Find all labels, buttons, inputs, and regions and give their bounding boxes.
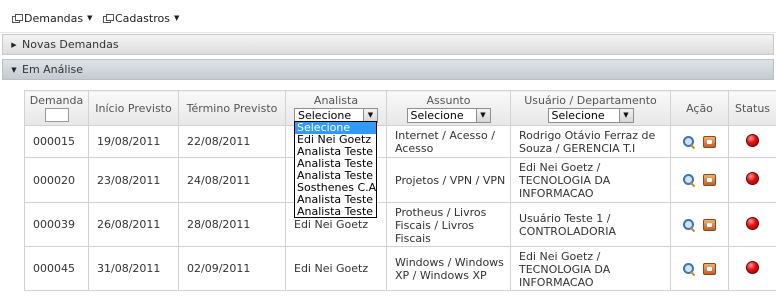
cell-inicio: 31/08/2011 (88, 246, 179, 291)
package-icon[interactable] (703, 135, 716, 148)
cell-demanda: 000015 (24, 125, 89, 158)
demands-table: Demanda Início Previsto Término Previsto… (24, 90, 776, 291)
cell-acao (670, 125, 729, 158)
cell-termino: 24/08/2011 (178, 157, 286, 203)
assunto-filter-select[interactable]: Selecione ▼ (406, 108, 491, 123)
cell-acao (670, 246, 729, 291)
panel-header-em-analise[interactable]: ▼ Em Análise (2, 59, 774, 80)
chevron-down-icon: ▼ (173, 14, 180, 22)
col-header-status: Status (728, 90, 776, 126)
usuario-filter-select[interactable]: Selecione ▼ (547, 108, 634, 123)
demanda-filter-input[interactable] (44, 108, 69, 122)
panel-title: Novas Demandas (22, 38, 119, 51)
cell-demanda: 000039 (24, 202, 89, 247)
dropdown-option[interactable]: Edi Nei Goetz (295, 134, 376, 146)
cell-status (728, 202, 776, 247)
table-row[interactable]: 000020 23/08/2011 24/08/2011 Projetos / … (24, 157, 776, 203)
menu-demandas[interactable]: Demandas ▼ (12, 11, 93, 25)
cell-status (728, 125, 776, 158)
status-red-icon (746, 260, 759, 274)
status-red-icon (746, 216, 759, 230)
chevron-down-icon: ▼ (475, 109, 490, 122)
dropdown-option[interactable]: Selecione (295, 122, 376, 134)
col-header-usuario[interactable]: Usuário / Departamento Selecione ▼ (510, 90, 671, 126)
cell-acao (670, 157, 729, 203)
analista-dropdown-list[interactable]: Selecione Edi Nei Goetz Analista Teste 1… (294, 121, 377, 218)
panel-header-novas-demandas[interactable]: ▶ Novas Demandas (2, 34, 774, 55)
chevron-down-icon: ▼ (618, 109, 633, 122)
cell-assunto: Internet / Acesso / Acesso (386, 125, 511, 158)
menu-cadastros[interactable]: Cadastros ▼ (103, 11, 179, 25)
cell-termino: 22/08/2011 (178, 125, 286, 158)
cell-usuario: Rodrigo Otávio Ferraz de Souza / GERENCI… (510, 125, 671, 158)
panel-title: Em Análise (22, 63, 84, 76)
dropdown-option[interactable]: Analista Teste 1 (295, 146, 376, 158)
dropdown-option[interactable]: Analista Teste 5 (295, 206, 376, 217)
magnifier-icon[interactable] (683, 135, 695, 148)
cell-status (728, 157, 776, 203)
cell-assunto: Projetos / VPN / VPN (386, 157, 511, 203)
dropdown-option[interactable]: Analista Teste 3 (295, 170, 376, 182)
dropdown-option[interactable]: Sosthenes C.Ar (295, 182, 376, 194)
col-header-inicio[interactable]: Início Previsto (88, 90, 179, 126)
table-row[interactable]: 000045 31/08/2011 02/09/2011 Edi Nei Goe… (24, 246, 776, 291)
cell-termino: 02/09/2011 (178, 246, 286, 291)
cell-analista: Edi Nei Goetz (285, 246, 387, 291)
col-header-termino[interactable]: Término Previsto (178, 90, 286, 126)
cell-usuario: Edi Nei Goetz / TECNOLOGIA DA INFORMACAO (510, 246, 671, 291)
chevron-right-icon: ▶ (11, 40, 17, 49)
cell-assunto: Protheus / Livros Fiscais / Livros Fisca… (386, 202, 511, 247)
col-header-assunto[interactable]: Assunto Selecione ▼ (386, 90, 511, 126)
magnifier-icon[interactable] (683, 174, 695, 186)
cell-termino: 28/08/2011 (178, 202, 286, 247)
status-red-icon (746, 133, 759, 147)
cell-demanda: 000045 (24, 246, 89, 291)
cell-inicio: 23/08/2011 (88, 157, 179, 203)
package-icon[interactable] (703, 262, 716, 275)
cell-usuario: Usuário Teste 1 / CONTROLADORIA (510, 202, 671, 247)
magnifier-icon[interactable] (683, 218, 695, 231)
window-icon (12, 14, 23, 23)
dropdown-option[interactable]: Analista Teste 2 (295, 158, 376, 170)
col-header-demanda[interactable]: Demanda (24, 90, 89, 126)
chevron-down-icon: ▼ (87, 14, 93, 22)
package-icon[interactable] (703, 218, 716, 231)
cell-assunto: Windows / Windows XP / Windows XP (386, 246, 511, 291)
cell-inicio: 26/08/2011 (88, 202, 179, 247)
cell-acao (670, 202, 729, 247)
cell-demanda: 000020 (24, 157, 89, 203)
cell-status (728, 246, 776, 291)
menu-cadastros-label: Cadastros (115, 11, 170, 25)
menu-demandas-label: Demandas (24, 11, 84, 25)
status-red-icon (746, 172, 759, 185)
cell-inicio: 19/08/2011 (88, 125, 179, 158)
cell-usuario: Edi Nei Goetz / TECNOLOGIA DA INFORMACAO (510, 157, 671, 203)
col-header-acao: Ação (670, 90, 729, 126)
table-row[interactable]: 000039 26/08/2011 28/08/2011 Edi Nei Goe… (24, 202, 776, 247)
package-icon[interactable] (703, 174, 716, 186)
dropdown-option[interactable]: Analista Teste 4 (295, 194, 376, 206)
top-menubar: Demandas ▼ Cadastros ▼ (0, 0, 776, 33)
table-row[interactable]: 000015 19/08/2011 22/08/2011 Internet / … (24, 125, 776, 158)
window-icon (103, 14, 114, 23)
chevron-down-icon: ▼ (11, 65, 17, 74)
magnifier-icon[interactable] (683, 262, 695, 275)
